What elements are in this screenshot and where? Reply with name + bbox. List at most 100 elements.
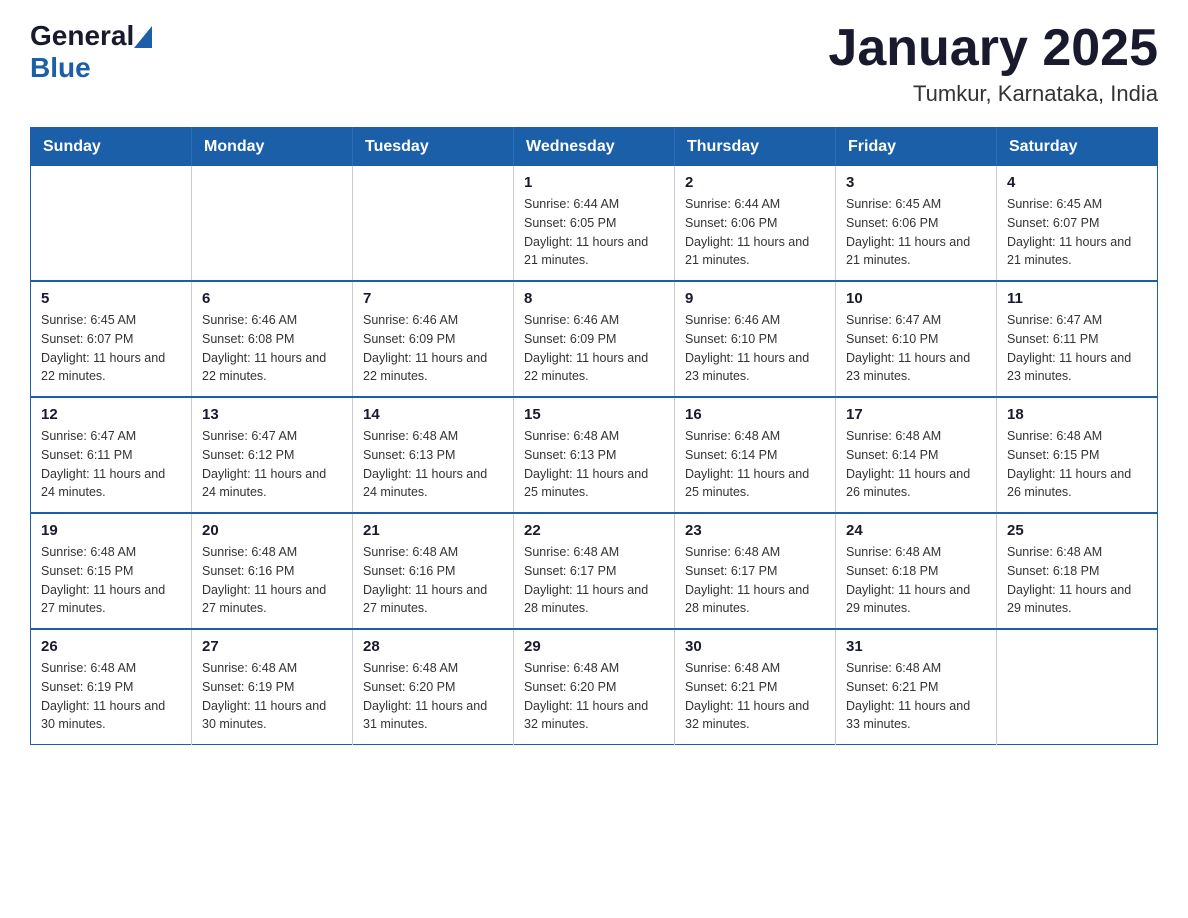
- calendar-cell: 10 Sunrise: 6:47 AMSunset: 6:10 PMDayligh…: [836, 281, 997, 397]
- day-number: 24: [846, 522, 986, 539]
- day-info: Sunrise: 6:48 AMSunset: 6:16 PMDaylight:…: [202, 543, 342, 618]
- day-info: Sunrise: 6:46 AMSunset: 6:09 PMDaylight:…: [524, 311, 664, 386]
- calendar-cell: 17 Sunrise: 6:48 AMSunset: 6:14 PMDayligh…: [836, 397, 997, 513]
- calendar-cell: 22Sunrise: 6:48 AMSunset: 6:17 PMDayligh…: [514, 513, 675, 629]
- day-number: 26: [41, 638, 181, 655]
- day-info: Sunrise: 6:48 AMSunset: 6:20 PMDaylight:…: [524, 659, 664, 734]
- calendar-cell: 11 Sunrise: 6:47 AMSunset: 6:11 PMDayligh…: [997, 281, 1158, 397]
- col-friday: Friday: [836, 128, 997, 167]
- day-number: 21: [363, 522, 503, 539]
- day-info: Sunrise: 6:48 AMSunset: 6:14 PMDaylight:…: [685, 427, 825, 502]
- day-info: Sunrise: 6:48 AMSunset: 6:15 PMDaylight:…: [41, 543, 181, 618]
- day-number: 15: [524, 406, 664, 423]
- calendar-cell: 13 Sunrise: 6:47 AMSunset: 6:12 PMDayligh…: [192, 397, 353, 513]
- day-number: 16: [685, 406, 825, 423]
- logo-general: General: [30, 20, 134, 52]
- day-info: Sunrise: 6:48 AMSunset: 6:18 PMDaylight:…: [846, 543, 986, 618]
- calendar-cell: 9Sunrise: 6:46 AMSunset: 6:10 PMDaylight…: [675, 281, 836, 397]
- calendar-cell: [353, 166, 514, 281]
- col-wednesday: Wednesday: [514, 128, 675, 167]
- day-number: 10: [846, 290, 986, 307]
- day-info: Sunrise: 6:48 AMSunset: 6:13 PMDaylight:…: [363, 427, 503, 502]
- calendar-week-row: 12 Sunrise: 6:47 AMSunset: 6:11 PMDayligh…: [31, 397, 1158, 513]
- calendar-subtitle: Tumkur, Karnataka, India: [828, 81, 1158, 107]
- page-header: General Blue January 2025 Tumkur, Karnat…: [30, 20, 1158, 107]
- col-saturday: Saturday: [997, 128, 1158, 167]
- day-number: 3: [846, 174, 986, 191]
- calendar-cell: 26 Sunrise: 6:48 AMSunset: 6:19 PMDayligh…: [31, 629, 192, 745]
- calendar-cell: 6Sunrise: 6:46 AMSunset: 6:08 PMDaylight…: [192, 281, 353, 397]
- col-thursday: Thursday: [675, 128, 836, 167]
- calendar-cell: 29Sunrise: 6:48 AMSunset: 6:20 PMDayligh…: [514, 629, 675, 745]
- calendar-cell: [997, 629, 1158, 745]
- calendar-cell: 24 Sunrise: 6:48 AMSunset: 6:18 PMDayligh…: [836, 513, 997, 629]
- day-info: Sunrise: 6:47 AMSunset: 6:12 PMDaylight:…: [202, 427, 342, 502]
- day-number: 9: [685, 290, 825, 307]
- calendar-cell: 16 Sunrise: 6:48 AMSunset: 6:14 PMDayligh…: [675, 397, 836, 513]
- day-number: 19: [41, 522, 181, 539]
- day-number: 4: [1007, 174, 1147, 191]
- col-monday: Monday: [192, 128, 353, 167]
- logo-triangle-icon: [134, 26, 152, 48]
- day-number: 7: [363, 290, 503, 307]
- day-info: Sunrise: 6:45 AMSunset: 6:06 PMDaylight:…: [846, 195, 986, 270]
- day-info: Sunrise: 6:48 AMSunset: 6:21 PMDaylight:…: [846, 659, 986, 734]
- calendar-cell: 14 Sunrise: 6:48 AMSunset: 6:13 PMDayligh…: [353, 397, 514, 513]
- day-number: 18: [1007, 406, 1147, 423]
- calendar-cell: 23Sunrise: 6:48 AMSunset: 6:17 PMDayligh…: [675, 513, 836, 629]
- day-number: 27: [202, 638, 342, 655]
- day-info: Sunrise: 6:48 AMSunset: 6:19 PMDaylight:…: [41, 659, 181, 734]
- day-number: 30: [685, 638, 825, 655]
- calendar-cell: 12 Sunrise: 6:47 AMSunset: 6:11 PMDayligh…: [31, 397, 192, 513]
- day-number: 14: [363, 406, 503, 423]
- day-number: 5: [41, 290, 181, 307]
- calendar-cell: 7 Sunrise: 6:46 AMSunset: 6:09 PMDaylight…: [353, 281, 514, 397]
- calendar-cell: 28 Sunrise: 6:48 AMSunset: 6:20 PMDayligh…: [353, 629, 514, 745]
- calendar-cell: 27Sunrise: 6:48 AMSunset: 6:19 PMDayligh…: [192, 629, 353, 745]
- day-number: 12: [41, 406, 181, 423]
- logo-blue: Blue: [30, 52, 91, 83]
- calendar-week-row: 19 Sunrise: 6:48 AMSunset: 6:15 PMDayligh…: [31, 513, 1158, 629]
- day-info: Sunrise: 6:45 AMSunset: 6:07 PMDaylight:…: [1007, 195, 1147, 270]
- day-info: Sunrise: 6:48 AMSunset: 6:18 PMDaylight:…: [1007, 543, 1147, 618]
- day-info: Sunrise: 6:47 AMSunset: 6:10 PMDaylight:…: [846, 311, 986, 386]
- day-number: 8: [524, 290, 664, 307]
- day-info: Sunrise: 6:48 AMSunset: 6:13 PMDaylight:…: [524, 427, 664, 502]
- col-sunday: Sunday: [31, 128, 192, 167]
- day-number: 20: [202, 522, 342, 539]
- day-number: 28: [363, 638, 503, 655]
- calendar-cell: 1 Sunrise: 6:44 AMSunset: 6:05 PMDaylight…: [514, 166, 675, 281]
- calendar-cell: 4 Sunrise: 6:45 AMSunset: 6:07 PMDaylight…: [997, 166, 1158, 281]
- day-info: Sunrise: 6:48 AMSunset: 6:20 PMDaylight:…: [363, 659, 503, 734]
- day-info: Sunrise: 6:48 AMSunset: 6:15 PMDaylight:…: [1007, 427, 1147, 502]
- day-info: Sunrise: 6:44 AMSunset: 6:06 PMDaylight:…: [685, 195, 825, 270]
- calendar-week-row: 1 Sunrise: 6:44 AMSunset: 6:05 PMDaylight…: [31, 166, 1158, 281]
- calendar-title: January 2025: [828, 20, 1158, 77]
- day-info: Sunrise: 6:48 AMSunset: 6:17 PMDaylight:…: [685, 543, 825, 618]
- day-info: Sunrise: 6:46 AMSunset: 6:09 PMDaylight:…: [363, 311, 503, 386]
- day-number: 1: [524, 174, 664, 191]
- day-info: Sunrise: 6:44 AMSunset: 6:05 PMDaylight:…: [524, 195, 664, 270]
- day-info: Sunrise: 6:47 AMSunset: 6:11 PMDaylight:…: [41, 427, 181, 502]
- calendar-cell: 8 Sunrise: 6:46 AMSunset: 6:09 PMDaylight…: [514, 281, 675, 397]
- day-info: Sunrise: 6:47 AMSunset: 6:11 PMDaylight:…: [1007, 311, 1147, 386]
- day-number: 25: [1007, 522, 1147, 539]
- calendar-cell: 31 Sunrise: 6:48 AMSunset: 6:21 PMDayligh…: [836, 629, 997, 745]
- calendar-cell: 21 Sunrise: 6:48 AMSunset: 6:16 PMDayligh…: [353, 513, 514, 629]
- calendar-header-row: Sunday Monday Tuesday Wednesday Thursday…: [31, 128, 1158, 167]
- day-info: Sunrise: 6:48 AMSunset: 6:14 PMDaylight:…: [846, 427, 986, 502]
- calendar-cell: 25 Sunrise: 6:48 AMSunset: 6:18 PMDayligh…: [997, 513, 1158, 629]
- calendar-week-row: 5 Sunrise: 6:45 AMSunset: 6:07 PMDaylight…: [31, 281, 1158, 397]
- calendar-table: Sunday Monday Tuesday Wednesday Thursday…: [30, 127, 1158, 745]
- day-number: 2: [685, 174, 825, 191]
- calendar-cell: [192, 166, 353, 281]
- day-info: Sunrise: 6:45 AMSunset: 6:07 PMDaylight:…: [41, 311, 181, 386]
- day-number: 22: [524, 522, 664, 539]
- day-info: Sunrise: 6:48 AMSunset: 6:16 PMDaylight:…: [363, 543, 503, 618]
- day-number: 13: [202, 406, 342, 423]
- calendar-cell: 18 Sunrise: 6:48 AMSunset: 6:15 PMDayligh…: [997, 397, 1158, 513]
- day-number: 11: [1007, 290, 1147, 307]
- day-number: 17: [846, 406, 986, 423]
- day-info: Sunrise: 6:46 AMSunset: 6:08 PMDaylight:…: [202, 311, 342, 386]
- day-number: 31: [846, 638, 986, 655]
